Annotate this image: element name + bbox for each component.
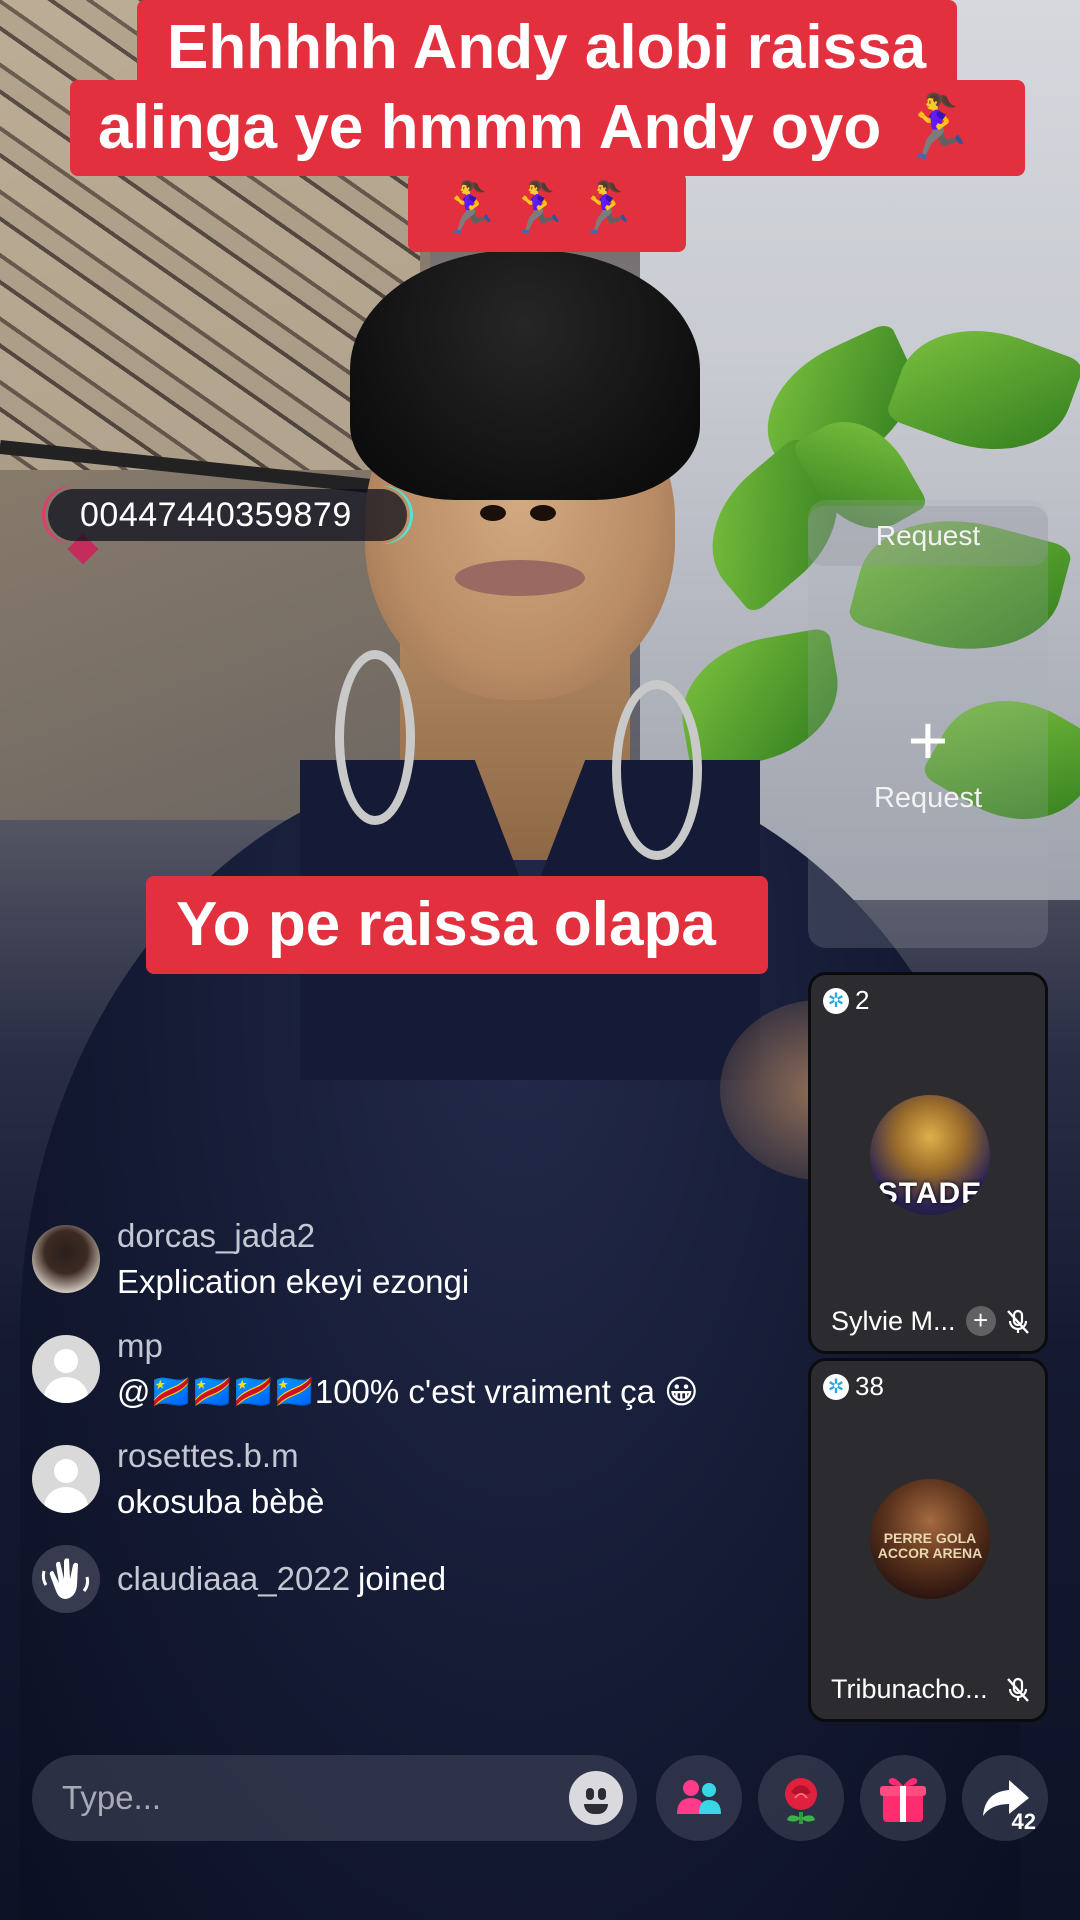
guest-gem-count: 2 <box>823 985 869 1016</box>
guest-avatar[interactable]: PERRE GOLA ACCOR ARENA <box>870 1479 990 1599</box>
caption-line-2: alinga ye hmmm Andy oyo 🏃‍♀️ <box>70 80 1025 176</box>
joined-label: joined <box>358 1560 447 1597</box>
gift-button[interactable] <box>860 1755 946 1841</box>
share-count: 42 <box>1011 1809 1036 1834</box>
joined-username[interactable]: claudiaaa_2022 <box>117 1560 350 1597</box>
comment-item[interactable]: rosettes.b.m okosuba bèbè <box>32 1435 772 1527</box>
guest-count-value: 2 <box>855 985 870 1015</box>
guest-name[interactable]: Sylvie M... <box>831 1306 956 1337</box>
emoji-icon[interactable] <box>569 1771 623 1825</box>
wave-hand-icon <box>32 1545 100 1613</box>
comment-input-placeholder: Type... <box>62 1779 162 1816</box>
plus-icon[interactable]: + <box>888 700 968 780</box>
guest-name[interactable]: Tribunacho... <box>831 1674 988 1705</box>
comment-feed: dorcas_jada2 Explication ekeyi ezongi mp… <box>32 1215 772 1613</box>
comment-item[interactable]: dorcas_jada2 Explication ekeyi ezongi <box>32 1215 772 1307</box>
follow-plus-icon[interactable]: + <box>965 1306 996 1336</box>
gift-box-icon <box>880 1778 926 1822</box>
guest-avatar-lettering: STADE <box>877 1177 983 1210</box>
host-nostril <box>530 505 556 521</box>
mic-muted-icon <box>1007 1677 1029 1702</box>
multi-guest-icon <box>677 1780 721 1814</box>
avatar[interactable] <box>32 1335 100 1403</box>
phone-number-text: 00447440359879 <box>80 496 352 534</box>
phone-number-bubble: 00447440359879 <box>45 486 410 544</box>
rose-gift-icon <box>785 1778 817 1824</box>
rose-gift-button[interactable] <box>758 1755 844 1841</box>
guest-avatar[interactable]: STADE <box>870 1095 990 1215</box>
comment-text: Explication ekeyi ezongi <box>117 1263 470 1300</box>
middle-caption: Yo pe raissa olapa <box>146 876 768 974</box>
comment-text: okosuba bèbè <box>117 1483 325 1520</box>
multi-guest-button[interactable] <box>656 1755 742 1841</box>
share-button[interactable]: 42 <box>962 1755 1048 1841</box>
host-earring <box>612 680 702 860</box>
host-cap <box>350 250 700 500</box>
guest-avatar-lettering: PERRE GOLA ACCOR ARENA <box>877 1530 983 1561</box>
guest-tile[interactable]: 2 STADE Sylvie M... + <box>808 972 1048 1354</box>
host-nostril <box>480 505 506 521</box>
guest-count-value: 38 <box>855 1371 884 1401</box>
host-lips <box>455 560 585 596</box>
comment-username[interactable]: dorcas_jada2 <box>117 1215 772 1257</box>
gem-icon <box>823 987 849 1014</box>
comment-input[interactable]: Type... <box>32 1755 637 1841</box>
comment-username[interactable]: mp <box>117 1325 772 1367</box>
gem-icon <box>823 1373 849 1400</box>
avatar[interactable] <box>32 1445 100 1513</box>
request-button-top[interactable]: Request <box>808 506 1048 566</box>
guest-tile[interactable]: 38 PERRE GOLA ACCOR ARENA Tribunacho... <box>808 1358 1048 1722</box>
caption-line-3: 🏃‍♀️🏃‍♀️🏃‍♀️ <box>408 172 686 252</box>
avatar[interactable] <box>32 1225 100 1293</box>
joined-notice: claudiaaa_2022 joined <box>32 1545 772 1613</box>
mic-muted-icon <box>1007 1309 1029 1334</box>
host-earring <box>335 650 415 825</box>
comment-item[interactable]: mp @🇨🇩🇨🇩🇨🇩🇨🇩100% c'est vraiment ça 😀 <box>32 1325 772 1417</box>
request-slot-label[interactable]: Request <box>808 782 1048 815</box>
comment-username[interactable]: rosettes.b.m <box>117 1435 772 1477</box>
guest-gem-count: 38 <box>823 1371 884 1402</box>
comment-text: @🇨🇩🇨🇩🇨🇩🇨🇩100% c'est vraiment ça 😀 <box>117 1373 699 1410</box>
